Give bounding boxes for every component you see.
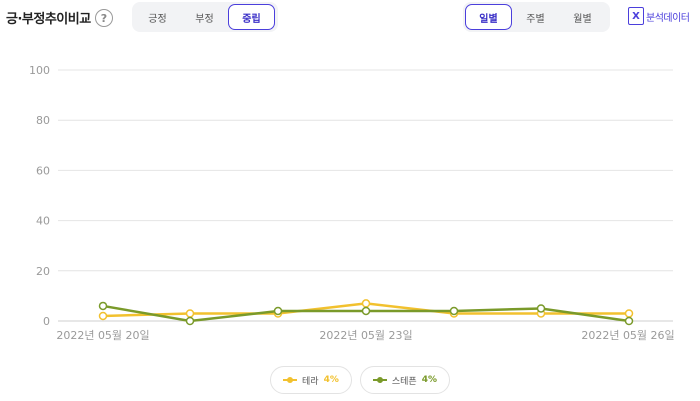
sentiment-tab-group: 긍정 부정 중립 — [132, 2, 278, 32]
data-point[interactable] — [449, 306, 459, 316]
legend-pct-stepn: 4% — [421, 375, 437, 385]
tab-weekly[interactable]: 주별 — [512, 4, 559, 30]
x-tick-label: 2022년 05월 20일 — [56, 328, 149, 342]
data-point[interactable] — [273, 306, 283, 316]
tab-neutral[interactable]: 중립 — [228, 4, 275, 30]
legend-swatch-tera — [283, 376, 297, 384]
data-point[interactable] — [185, 309, 195, 318]
excel-icon: X — [628, 7, 644, 25]
period-tab-group: 일별 주별 월별 — [463, 2, 610, 32]
data-point[interactable] — [361, 299, 371, 308]
data-point[interactable] — [361, 306, 371, 316]
legend-label-stepn: 스테픈 — [391, 376, 417, 387]
tab-monthly[interactable]: 월별 — [559, 4, 606, 30]
legend-item-stepn[interactable]: 스테픈 4% — [359, 366, 450, 394]
export-data-button[interactable]: X 분석데이터 — [628, 7, 690, 25]
x-tick-label: 2022년 05월 26일 — [581, 328, 674, 342]
data-point[interactable] — [624, 316, 634, 326]
legend-swatch-stepn — [372, 376, 387, 384]
y-tick-label: 0 — [43, 315, 50, 328]
export-label: 분석데이터 — [646, 12, 690, 24]
tab-negative[interactable]: 부정 — [181, 4, 228, 30]
tab-daily[interactable]: 일별 — [465, 4, 512, 30]
y-tick-label: 80 — [36, 114, 50, 127]
y-tick-label: 20 — [36, 265, 50, 278]
x-tick-label: 2022년 05월 23일 — [319, 328, 412, 342]
chart-legend: 테라 4% 스테픈 4% — [270, 366, 450, 394]
y-tick-label: 100 — [29, 64, 50, 77]
data-point[interactable] — [624, 309, 634, 318]
help-icon[interactable]: ? — [95, 9, 113, 27]
page-title: 긍·부정추이비교 — [6, 12, 91, 27]
data-point[interactable] — [98, 311, 108, 321]
y-tick-label: 60 — [36, 164, 50, 177]
legend-label-tera: 테라 — [302, 376, 319, 387]
tab-positive[interactable]: 긍정 — [134, 4, 181, 30]
data-point[interactable] — [185, 316, 195, 326]
y-tick-label: 40 — [36, 215, 50, 228]
data-point[interactable] — [98, 301, 108, 311]
data-point[interactable] — [536, 304, 546, 313]
legend-pct-tera: 4% — [323, 375, 339, 385]
legend-item-tera[interactable]: 테라 4% — [270, 366, 352, 394]
trend-line-chart: 0 20 40 60 80 100 2022년 05월 20일 2022년 05월 23일 2… — [29, 64, 675, 342]
